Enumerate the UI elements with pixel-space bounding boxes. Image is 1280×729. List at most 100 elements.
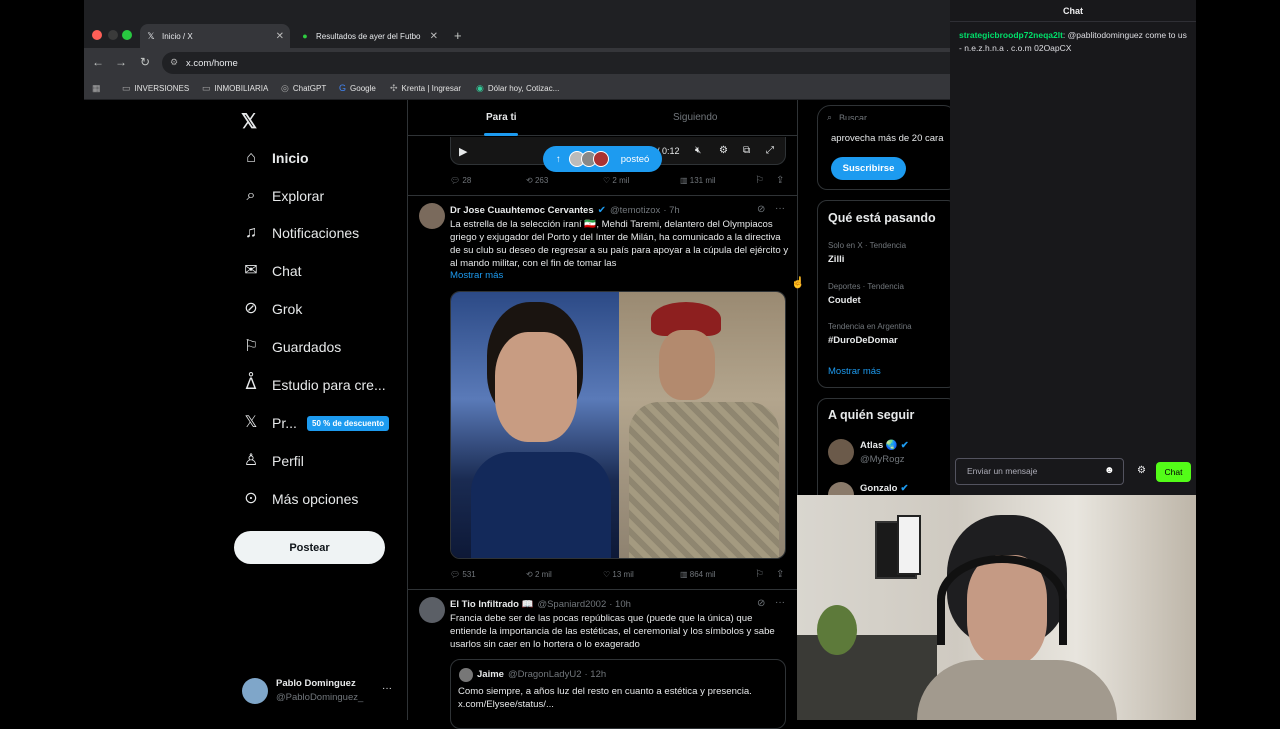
- share-icon[interactable]: ⇪: [776, 569, 784, 580]
- nav-item-chat[interactable]: ✉ Chat: [242, 257, 301, 285]
- tweet-time[interactable]: · 10h: [609, 599, 631, 610]
- tab-title: Inicio / X: [162, 31, 193, 41]
- play-icon[interactable]: ▶: [459, 145, 467, 158]
- avatar[interactable]: [242, 678, 268, 704]
- reply-button[interactable]: 💬︎ 28: [450, 176, 471, 185]
- grok-icon[interactable]: ⊘: [757, 598, 765, 609]
- nav-item-perfil[interactable]: ♙ Perfil: [242, 447, 304, 475]
- person-icon: ♙: [243, 452, 259, 469]
- quoted-header: Jaime @DragonLadyU2 · 12h: [477, 669, 607, 680]
- author-handle[interactable]: @temotizox: [610, 205, 660, 216]
- account-menu-icon[interactable]: ···: [382, 683, 392, 694]
- bookmark-dolar[interactable]: ◉ Dólar hoy, Cotizac...: [476, 83, 559, 94]
- bookmark-inversiones[interactable]: ▭ INVERSIONES: [122, 83, 189, 94]
- fullscreen-icon[interactable]: ⤢: [766, 145, 774, 156]
- trend-item[interactable]: Deportes · Tendencia Coudet: [828, 282, 904, 306]
- nav-item-premium[interactable]: 𝕏 Pr...: [242, 409, 297, 437]
- more-icon[interactable]: ···: [775, 203, 785, 214]
- subscribe-button[interactable]: Suscribirse: [831, 157, 906, 180]
- follow-name[interactable]: Atlas 🌏 ✔: [860, 440, 909, 451]
- browser-tab-active[interactable]: 𝕏 Inicio / X ✕: [140, 24, 290, 48]
- apps-icon[interactable]: ▦: [92, 83, 105, 94]
- new-posts-pill[interactable]: ↑ posteó: [543, 146, 662, 172]
- trend-item[interactable]: Tendencia en Argentina #DuroDeDomar: [828, 322, 912, 346]
- bookmark-chatgpt[interactable]: ◎ ChatGPT: [281, 83, 326, 94]
- show-more-link[interactable]: Mostrar más: [828, 366, 881, 377]
- emoji-icon[interactable]: ☻: [1104, 465, 1115, 476]
- bookmark-inmobiliaria[interactable]: ▭ INMOBILIARIA: [202, 83, 268, 94]
- webcam-feed: [797, 495, 1196, 720]
- tweet-image[interactable]: [450, 291, 786, 559]
- forward-icon[interactable]: →: [113, 55, 129, 69]
- views-button[interactable]: ▥ 131 mil: [680, 176, 716, 185]
- nav-item-grok[interactable]: ⊘ Grok: [242, 295, 302, 323]
- avatar[interactable]: [419, 597, 445, 623]
- chat-message: strategicbroodp72neqa2lt: @pablitodoming…: [959, 30, 1187, 53]
- avatar[interactable]: [419, 203, 445, 229]
- show-more-link[interactable]: Mostrar más: [450, 270, 503, 281]
- mouse-cursor-icon: ☝: [791, 277, 805, 289]
- bookmark-krenta[interactable]: ✣ Krenta | Ingresar: [390, 83, 461, 94]
- avatar: [592, 151, 609, 167]
- retweet-button[interactable]: ⟲ 2 mil: [526, 570, 552, 579]
- verified-icon: ✔: [900, 440, 909, 451]
- author-name[interactable]: El Tio Infiltrado 📖: [450, 599, 533, 610]
- pip-icon[interactable]: ⧉: [743, 145, 750, 156]
- author-handle[interactable]: @Spaniard2002: [537, 599, 606, 610]
- bookmark-icon: ⚐: [243, 338, 259, 355]
- address-bar[interactable]: [162, 52, 950, 74]
- nav-item-explorar[interactable]: ⌕ Explorar: [242, 182, 325, 210]
- tweet-time[interactable]: · 7h: [663, 205, 679, 216]
- new-tab-button[interactable]: +: [454, 28, 462, 43]
- avatar[interactable]: [828, 439, 854, 465]
- trend-item[interactable]: Solo en X · Tendencia Zilli: [828, 241, 906, 265]
- url-text[interactable]: x.com/home: [186, 58, 238, 69]
- tab-siguiendo[interactable]: Siguiendo: [673, 112, 717, 123]
- arrow-up-icon: ↑: [556, 153, 561, 165]
- close-tab-icon[interactable]: ✕: [276, 31, 284, 42]
- follow-name[interactable]: Gonzalo ✔: [860, 483, 908, 494]
- discount-badge: 50 % de descuento: [307, 416, 390, 431]
- bookmark-google[interactable]: G Google: [339, 83, 376, 93]
- search-icon: ⌕: [246, 187, 256, 204]
- views-button[interactable]: ▥ 864 mil: [680, 570, 716, 579]
- nav-item-notificaciones[interactable]: ♫ Notificaciones: [242, 219, 359, 247]
- settings-icon[interactable]: ⚙: [719, 145, 728, 156]
- grok-icon[interactable]: ⊘: [757, 204, 765, 215]
- bookmark-icon[interactable]: ⚐: [755, 175, 764, 186]
- like-button[interactable]: ♡ 2 mil: [603, 176, 629, 185]
- account-handle: @PabloDominguez_: [276, 692, 364, 703]
- reload-icon[interactable]: ↻: [137, 55, 153, 69]
- nav-item-estudio[interactable]: ᐂ Estudio para cre...: [242, 371, 386, 399]
- folder-icon: ▭: [202, 83, 211, 93]
- close-window-icon[interactable]: [92, 30, 102, 40]
- quoted-text: Como siempre, a años luz del resto en cu…: [458, 686, 752, 710]
- x-logo-icon[interactable]: 𝕏: [241, 109, 257, 134]
- nav-item-guardados[interactable]: ⚐ Guardados: [242, 333, 341, 361]
- minimize-window-icon[interactable]: [108, 30, 118, 40]
- mute-icon[interactable]: 🔇︎: [695, 145, 701, 156]
- close-tab-icon[interactable]: ✕: [430, 31, 438, 42]
- retweet-button[interactable]: ⟲ 263: [526, 176, 548, 185]
- reply-button[interactable]: 💬︎ 531: [450, 570, 476, 579]
- settings-icon[interactable]: ⚙: [1137, 465, 1146, 476]
- nav-item-inicio[interactable]: ⌂ Inicio: [242, 144, 308, 172]
- back-icon[interactable]: ←: [90, 55, 106, 69]
- bookmark-icon[interactable]: ⚐: [755, 569, 764, 580]
- krenta-icon: ✣: [390, 83, 398, 93]
- author-name[interactable]: Dr Jose Cuauhtemoc Cervantes: [450, 205, 594, 216]
- tab-para-ti[interactable]: Para ti: [486, 112, 517, 123]
- post-button[interactable]: Postear: [234, 531, 385, 564]
- chat-input-placeholder: Enviar un mensaje: [967, 466, 1038, 476]
- share-icon[interactable]: ⇪: [776, 175, 784, 186]
- nav-item-mas-opciones[interactable]: ⊙ Más opciones: [242, 485, 358, 513]
- verified-icon: ✔: [597, 205, 606, 216]
- maximize-window-icon[interactable]: [122, 30, 132, 40]
- chat-send-button[interactable]: Chat: [1156, 462, 1191, 482]
- grok-icon: ⊘: [244, 300, 258, 317]
- like-button[interactable]: ♡ 13 mil: [603, 570, 634, 579]
- follow-handle: @MyRogz: [860, 454, 905, 465]
- more-icon[interactable]: ···: [775, 597, 785, 608]
- site-info-icon[interactable]: ⚙: [170, 57, 178, 68]
- browser-tab[interactable]: ● Resultados de ayer del Futbo ✕: [294, 24, 444, 48]
